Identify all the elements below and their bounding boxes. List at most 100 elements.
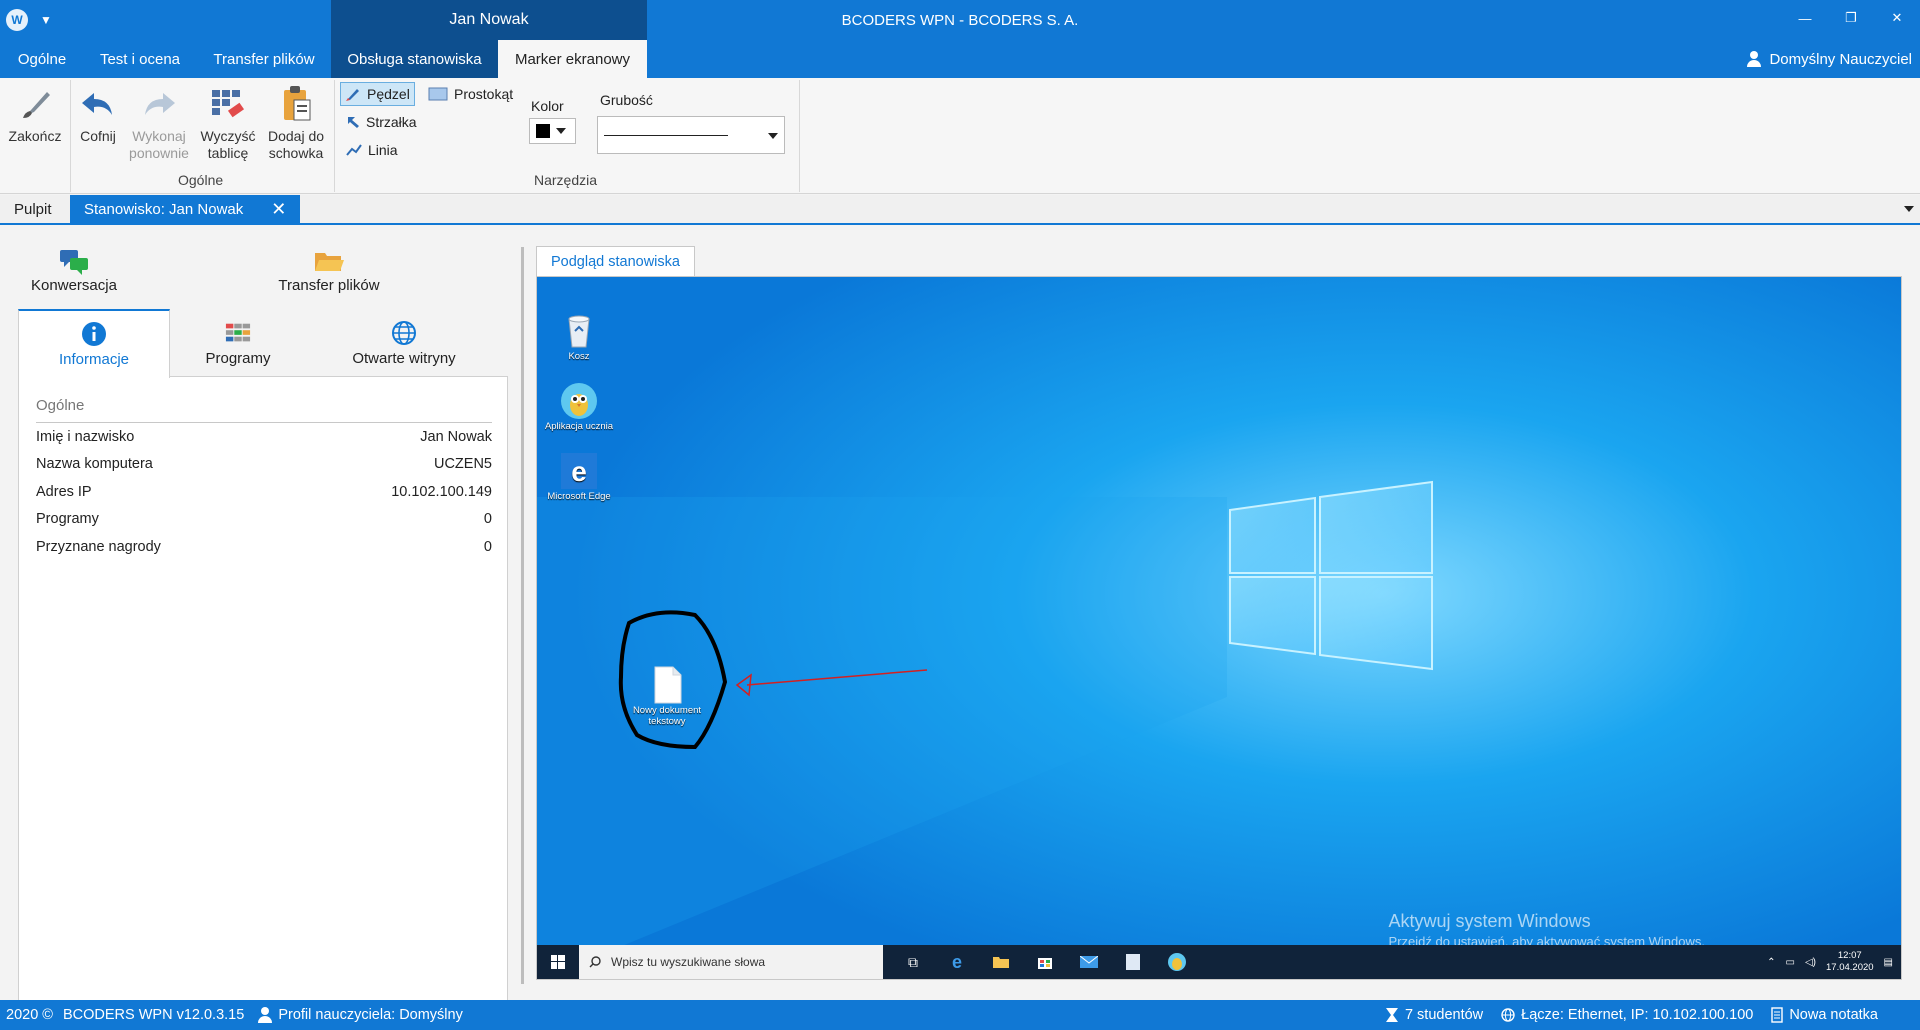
app-menu-icon[interactable]: W bbox=[6, 9, 28, 31]
clear-board-label-line1: Wyczyść bbox=[200, 128, 256, 144]
clock-time: 12:07 bbox=[1837, 950, 1862, 961]
edge-taskbar-icon[interactable]: e bbox=[935, 945, 979, 979]
chevron-down-icon bbox=[556, 128, 566, 134]
add-to-clipboard-label-line1: Dodaj do bbox=[267, 128, 325, 144]
redo-label-line1: Wykonaj bbox=[132, 128, 186, 144]
color-picker[interactable] bbox=[529, 118, 576, 144]
notepad-icon[interactable] bbox=[1111, 945, 1155, 979]
task-view-icon[interactable]: ⧉ bbox=[891, 945, 935, 979]
system-tray: ⌃ ▭ ◁) 12:07 17.04.2020 ▤ bbox=[1767, 945, 1893, 979]
remote-desktop-preview[interactable]: Kosz Aplikacja ucznia e Microsoft Edge N… bbox=[536, 276, 1902, 980]
doc-tab-station-label: Stanowisko: Jan Nowak bbox=[84, 200, 244, 218]
station-info-panel: Konwersacja Transfer plików Informacje P… bbox=[0, 227, 518, 1001]
file-explorer-icon[interactable] bbox=[979, 945, 1023, 979]
teacher-profile[interactable]: Profil nauczyciela: Domyślny bbox=[258, 1007, 463, 1023]
taskbar-search-box[interactable]: Wpisz tu wyszukiwane słowa bbox=[579, 945, 883, 979]
user-name: Domyślny Nauczyciel bbox=[1769, 50, 1912, 68]
connection-info[interactable]: Łącze: Ethernet, IP: 10.102.100.100 bbox=[1501, 1007, 1753, 1023]
desktop-icon-label: Kosz bbox=[568, 351, 590, 362]
note-icon bbox=[1771, 1007, 1784, 1023]
subtab-programs[interactable]: Programy bbox=[178, 309, 298, 377]
status-right-items: 7 studentów Łącze: Ethernet, IP: 10.102.… bbox=[1385, 1000, 1878, 1030]
ribbon-panel: Zakończ Cofnij Wykonaj ponownie Wyczyść … bbox=[0, 78, 1920, 194]
line-tool-label: Linia bbox=[368, 142, 398, 158]
close-window-button[interactable]: ✕ bbox=[1874, 0, 1920, 36]
arrow-tool-button[interactable]: Strzałka bbox=[342, 110, 421, 134]
rectangle-tool-button[interactable]: Prostokąt bbox=[424, 82, 517, 106]
user-icon bbox=[1747, 51, 1762, 67]
thickness-label: Grubość bbox=[600, 92, 653, 108]
redo-button[interactable]: Wykonaj ponownie bbox=[124, 84, 194, 162]
subtab-open-sites[interactable]: Otwarte witryny bbox=[318, 309, 490, 377]
finish-button[interactable]: Zakończ bbox=[6, 84, 64, 145]
add-to-clipboard-label-line2: schowka bbox=[268, 145, 324, 161]
undo-button[interactable]: Cofnij bbox=[74, 84, 122, 145]
group-label-general: Ogólne bbox=[178, 172, 224, 188]
file-transfer-tab-label: Transfer plików bbox=[278, 277, 380, 294]
tray-clock[interactable]: 12:07 17.04.2020 bbox=[1826, 950, 1874, 974]
store-icon[interactable] bbox=[1023, 945, 1067, 979]
detail-value: UCZEN5 bbox=[433, 456, 492, 473]
group-label-tools: Narzędzia bbox=[534, 172, 598, 188]
globe-icon bbox=[391, 320, 417, 346]
preview-tab[interactable]: Podgląd stanowiska bbox=[536, 246, 695, 276]
subtab-info[interactable]: Informacje bbox=[18, 309, 170, 378]
user-menu[interactable]: Domyślny Nauczyciel bbox=[1747, 40, 1912, 78]
new-note-button[interactable]: Nowa notatka bbox=[1771, 1007, 1878, 1023]
tab-marker-ekranowy[interactable]: Marker ekranowy bbox=[498, 40, 647, 78]
volume-icon[interactable]: ◁) bbox=[1805, 957, 1816, 968]
thickness-preview-line bbox=[604, 135, 728, 136]
quick-access-dropdown-icon[interactable]: ▼ bbox=[40, 13, 52, 27]
panel-splitter[interactable] bbox=[521, 247, 524, 984]
subtab-open-sites-label: Otwarte witryny bbox=[352, 349, 456, 367]
detail-row-rewards: Przyznane nagrody 0 bbox=[36, 533, 492, 561]
brush-tool-label: Pędzel bbox=[367, 86, 410, 102]
tab-ogolne[interactable]: Ogólne bbox=[0, 40, 84, 78]
tab-test-i-ocena[interactable]: Test i ocena bbox=[88, 40, 192, 78]
chat-bubbles-icon bbox=[57, 247, 91, 277]
chat-tab[interactable]: Konwersacja bbox=[24, 247, 124, 294]
desktop-icon-student-app[interactable]: Aplikacja ucznia bbox=[539, 381, 619, 432]
notifications-icon[interactable]: ▤ bbox=[1884, 957, 1893, 968]
desktop-icon-edge[interactable]: e Microsoft Edge bbox=[539, 451, 619, 502]
students-count[interactable]: 7 studentów bbox=[1385, 1007, 1483, 1023]
rectangle-icon bbox=[428, 87, 448, 101]
ribbon-tab-strip: Ogólne Test i ocena Transfer plików Obsł… bbox=[0, 40, 1920, 78]
tray-up-icon[interactable]: ⌃ bbox=[1767, 957, 1775, 968]
close-icon[interactable]: ✕ bbox=[271, 199, 286, 220]
tab-transfer-plikow[interactable]: Transfer plików bbox=[200, 40, 328, 78]
quick-access: W ▼ bbox=[6, 9, 52, 31]
restore-button[interactable]: ❐ bbox=[1828, 0, 1874, 36]
file-transfer-tab[interactable]: Transfer plików bbox=[264, 247, 394, 294]
add-to-clipboard-button[interactable]: Dodaj do schowka bbox=[262, 84, 330, 162]
windows-start-icon[interactable] bbox=[537, 945, 579, 979]
minimize-button[interactable]: — bbox=[1782, 0, 1828, 36]
doc-tab-desktop[interactable]: Pulpit bbox=[0, 195, 66, 223]
desktop-icon-text-document[interactable]: Nowy dokument tekstowy bbox=[627, 665, 707, 727]
doc-tab-station[interactable]: Stanowisko: Jan Nowak ✕ bbox=[70, 195, 301, 223]
student-app-taskbar-icon[interactable] bbox=[1155, 945, 1199, 979]
group-separator bbox=[70, 80, 71, 192]
brush-tool-button[interactable]: Pędzel bbox=[340, 82, 415, 106]
chat-tab-label: Konwersacja bbox=[31, 277, 117, 294]
brush-stroke-icon bbox=[15, 84, 55, 124]
subtab-programs-label: Programy bbox=[205, 349, 271, 367]
activate-title: Aktywuj system Windows bbox=[1388, 911, 1591, 931]
arrow-icon bbox=[348, 117, 359, 128]
desktop-icon-recycle-bin[interactable]: Kosz bbox=[539, 311, 619, 362]
group-separator bbox=[334, 80, 335, 192]
thickness-dropdown[interactable] bbox=[597, 116, 785, 154]
info-subtabs: Informacje Programy Otwarte witryny bbox=[18, 309, 508, 378]
clear-board-button[interactable]: Wyczyść tablicę bbox=[196, 84, 260, 162]
edge-icon: e bbox=[561, 453, 597, 489]
tab-obsluga-stanowiska[interactable]: Obsługa stanowiska bbox=[331, 40, 498, 78]
version-text: BCODERS WPN v12.0.3.15 bbox=[62, 1007, 245, 1023]
network-icon[interactable]: ▭ bbox=[1786, 957, 1795, 968]
title-bar: W ▼ Jan Nowak BCODERS WPN - BCODERS S. A… bbox=[0, 0, 1920, 40]
redo-icon bbox=[139, 84, 179, 124]
subtab-info-label: Informacje bbox=[58, 351, 130, 368]
mail-icon[interactable] bbox=[1067, 945, 1111, 979]
tab-list-dropdown-icon[interactable] bbox=[1904, 206, 1914, 212]
line-tool-button[interactable]: Linia bbox=[342, 138, 402, 162]
programs-grid-icon bbox=[225, 320, 251, 346]
